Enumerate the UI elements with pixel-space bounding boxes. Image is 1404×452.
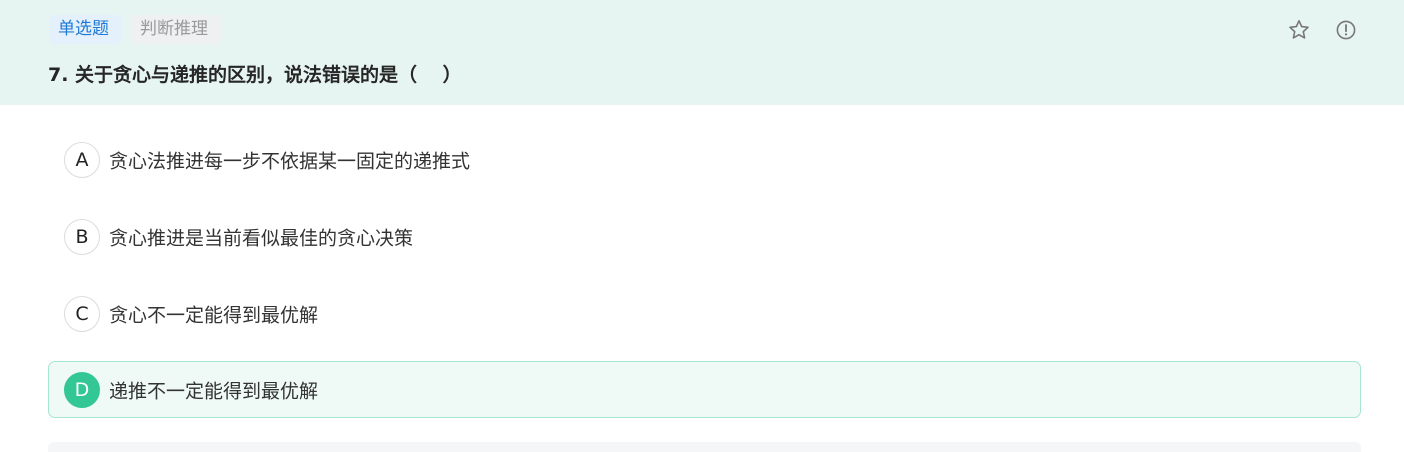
option-text: 贪心推进是当前看似最佳的贪心决策 bbox=[109, 227, 414, 249]
option-a[interactable]: A 贪心法推进每一步不依据某一固定的递推式 bbox=[48, 131, 1361, 188]
option-c[interactable]: C 贪心不一定能得到最优解 bbox=[48, 285, 1361, 342]
info-icon[interactable] bbox=[1334, 18, 1358, 42]
question-header: 单选题 判断推理 7. 关于贪心与递推的区别，说法错误的是（ ） bbox=[0, 0, 1404, 105]
option-letter: D bbox=[64, 371, 100, 408]
question-category-tag: 判断推理 bbox=[131, 15, 221, 44]
option-letter: C bbox=[64, 295, 100, 332]
option-text: 贪心不一定能得到最优解 bbox=[109, 304, 319, 326]
question-type-tag: 单选题 bbox=[49, 15, 121, 44]
option-d[interactable]: D 递推不一定能得到最优解 bbox=[48, 361, 1361, 418]
star-icon[interactable] bbox=[1287, 18, 1311, 42]
option-text: 贪心法推进每一步不依据某一固定的递推式 bbox=[109, 150, 471, 172]
option-letter: B bbox=[64, 218, 100, 255]
option-letter: A bbox=[64, 141, 100, 178]
next-panel-edge bbox=[48, 442, 1361, 452]
question-title: 7. 关于贪心与递推的区别，说法错误的是（ ） bbox=[48, 64, 462, 86]
option-text: 递推不一定能得到最优解 bbox=[109, 380, 319, 402]
option-b[interactable]: B 贪心推进是当前看似最佳的贪心决策 bbox=[48, 208, 1361, 265]
